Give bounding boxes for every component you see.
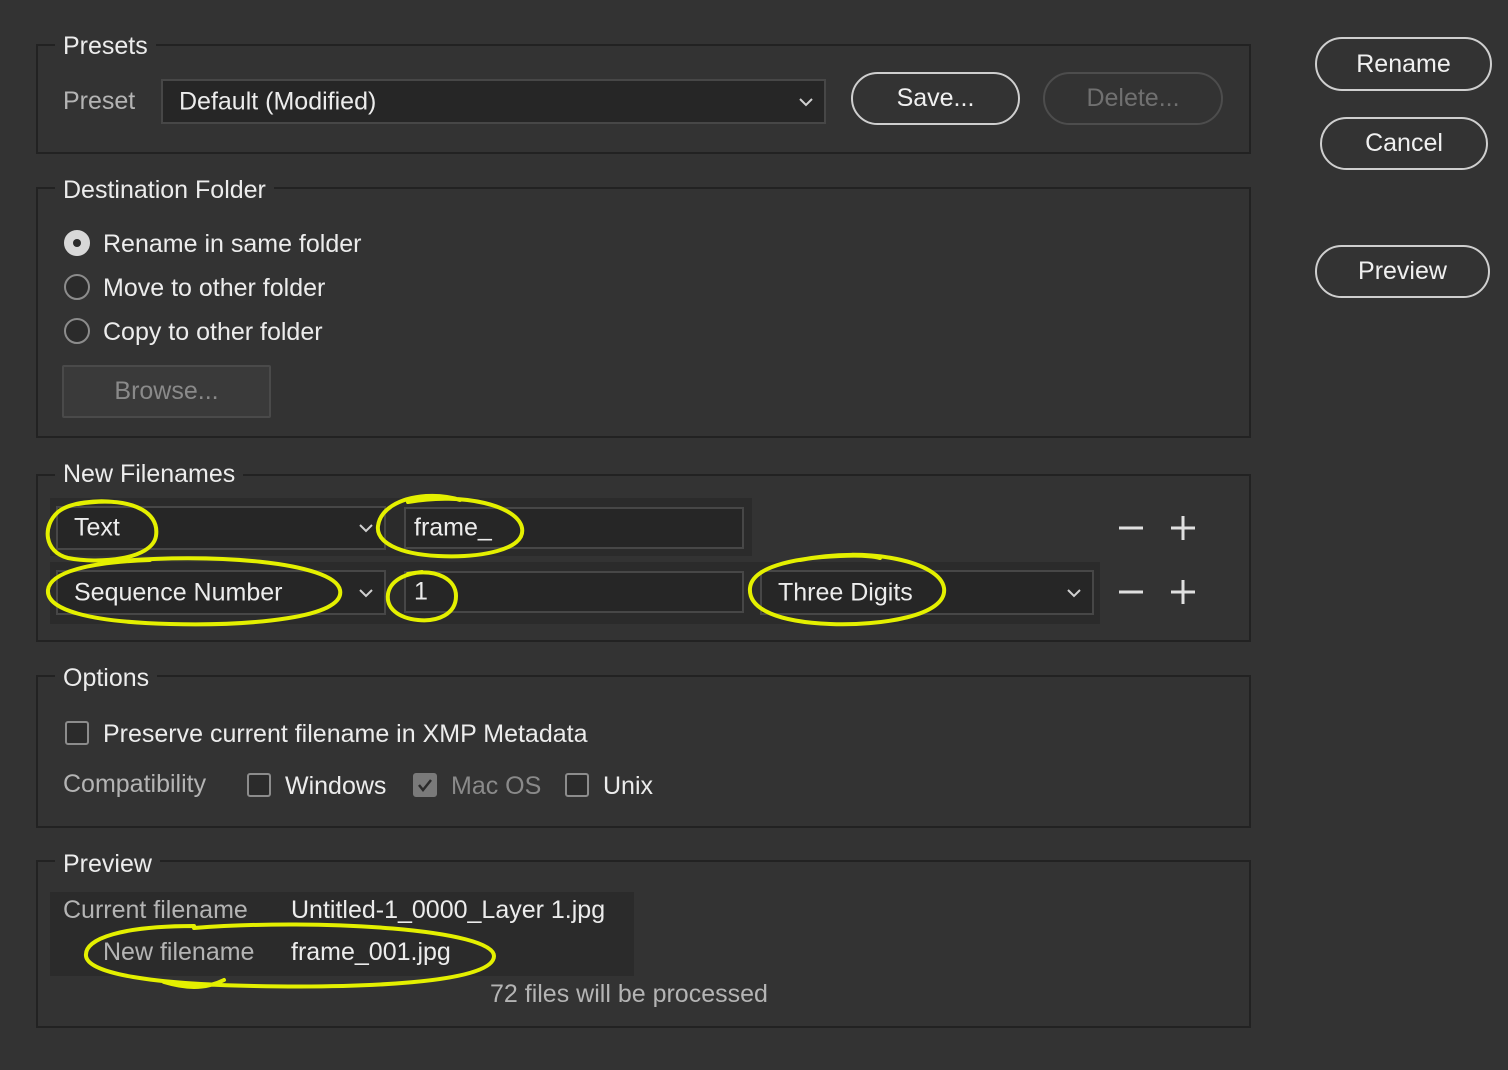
preset-label: Preset [63,87,136,115]
presets-group-title: Presets [55,31,156,61]
checkmark-icon [418,779,432,793]
windows-checkbox[interactable] [247,773,271,797]
current-filename-value: Untitled-1_0000_Layer 1.jpg [291,896,606,924]
destination-group-title: Destination Folder [55,175,274,205]
chevron-down-icon [1067,588,1081,597]
new-filename-value: frame_001.jpg [291,938,451,966]
filename-text-value: frame_ [414,513,492,542]
sequence-digits-value: Three Digits [778,578,913,606]
move-other-folder-radio[interactable] [64,274,90,300]
move-other-folder-label: Move to other folder [103,274,326,302]
chevron-down-icon [359,588,373,597]
preserve-filename-label: Preserve current filename in XMP Metadat… [103,720,588,748]
current-filename-label: Current filename [63,896,248,924]
filename-type-select[interactable]: Text [56,506,386,550]
preset-select-value: Default (Modified) [179,87,377,115]
sequence-start-value: 1 [414,577,428,606]
cancel-button[interactable]: Cancel [1320,117,1488,170]
delete-preset-button[interactable]: Delete... [1043,72,1223,125]
add-row-icon[interactable] [1170,579,1196,605]
preview-group-title: Preview [55,849,160,879]
chevron-down-icon [799,97,813,106]
save-preset-button[interactable]: Save... [851,72,1020,125]
rename-same-folder-radio[interactable] [64,230,90,256]
filename-type-value: Text [74,513,120,542]
add-row-icon[interactable] [1170,515,1196,541]
files-processed-note: 72 files will be processed [490,980,768,1008]
new-filenames-group-title: New Filenames [55,459,244,489]
rename-button[interactable]: Rename [1315,37,1492,91]
chevron-down-icon [359,524,373,533]
unix-label: Unix [603,772,654,800]
copy-other-folder-radio[interactable] [64,318,90,344]
macos-label: Mac OS [451,772,542,800]
preview-button[interactable]: Preview [1315,245,1490,298]
compatibility-label: Compatibility [63,770,207,798]
browse-button[interactable]: Browse... [62,365,271,418]
copy-other-folder-label: Copy to other folder [103,318,323,346]
remove-row-icon[interactable] [1118,579,1144,605]
filename-type-select[interactable]: Sequence Number [56,570,386,615]
preserve-filename-checkbox[interactable] [65,721,89,745]
sequence-start-input[interactable]: 1 [404,571,744,613]
windows-label: Windows [285,772,387,800]
new-filename-label: New filename [103,938,255,966]
filename-type-value: Sequence Number [74,578,283,606]
remove-row-icon[interactable] [1118,515,1144,541]
preset-select[interactable]: Default (Modified) [161,79,826,124]
options-group-title: Options [55,663,158,693]
unix-checkbox[interactable] [565,773,589,797]
options-group [36,675,1251,828]
macos-checkbox[interactable] [413,773,437,797]
filename-text-input[interactable]: frame_ [404,507,744,549]
sequence-digits-select[interactable]: Three Digits [760,570,1094,615]
rename-same-folder-label: Rename in same folder [103,230,362,258]
